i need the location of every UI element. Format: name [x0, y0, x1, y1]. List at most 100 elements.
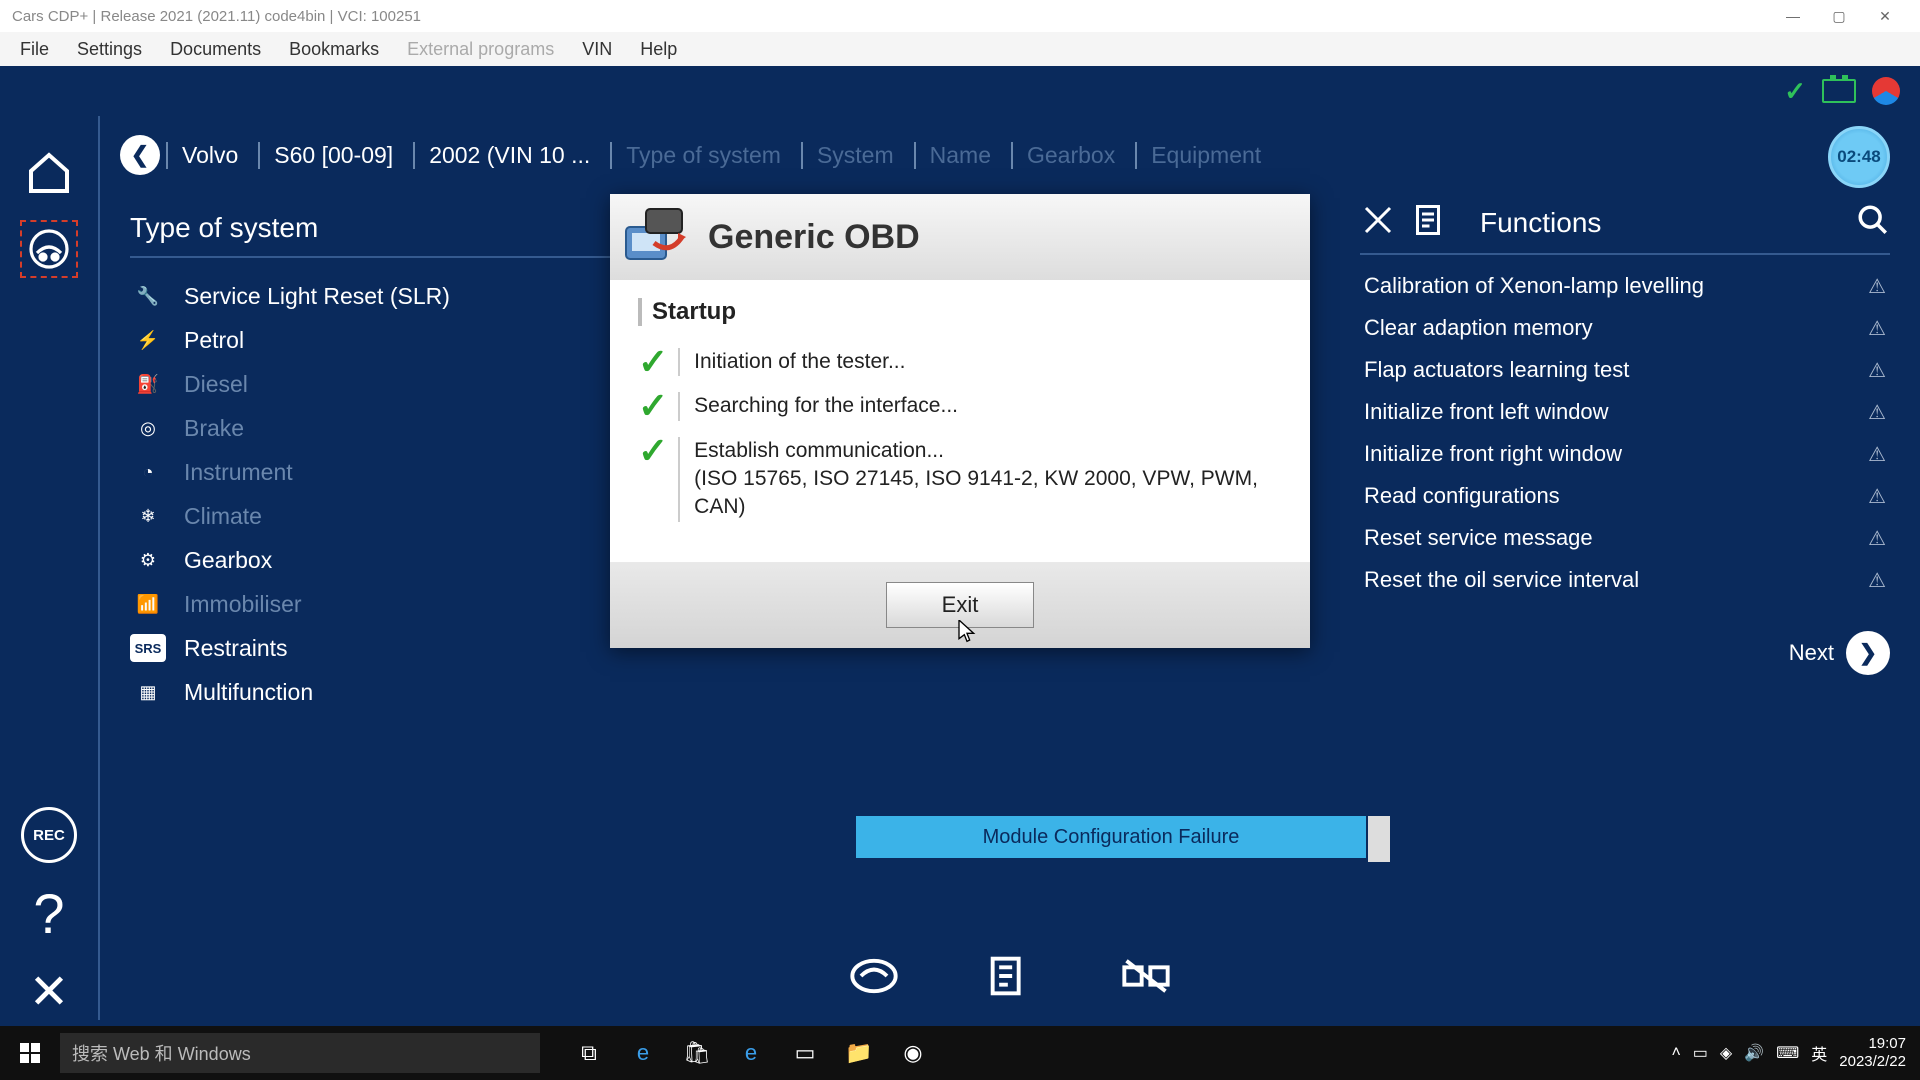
tray-chevron-icon[interactable]: ˄	[1671, 1044, 1680, 1062]
brake-icon: ◎	[130, 414, 166, 442]
start-button[interactable]	[0, 1026, 60, 1080]
dialog-subtitle: Startup	[638, 298, 1282, 326]
dialog-title: Generic OBD	[708, 218, 920, 257]
menu-bookmarks[interactable]: Bookmarks	[277, 35, 391, 64]
function-item[interactable]: Initialize front left window⚠	[1360, 391, 1890, 433]
ime-tray-icon[interactable]: ⌨	[1776, 1043, 1799, 1063]
function-item[interactable]: Reset the oil service interval⚠	[1360, 559, 1890, 601]
search-icon[interactable]	[1856, 203, 1890, 242]
disconnect-icon[interactable]	[1118, 952, 1174, 1000]
step-text: Initiation of the tester...	[694, 348, 905, 376]
report-icon[interactable]	[982, 952, 1038, 1000]
breadcrumb-item[interactable]: 2002 (VIN 10 ...	[413, 142, 604, 169]
functions-panel: Functions Calibration of Xenon-lamp leve…	[1360, 202, 1920, 1020]
function-item[interactable]: Flap actuators learning test⚠	[1360, 349, 1890, 391]
step-text: Establish communication... (ISO 15765, I…	[694, 437, 1282, 522]
startup-step: ✓ Establish communication... (ISO 15765,…	[638, 437, 1282, 522]
module-config-failure-banner[interactable]: Module Configuration Failure	[856, 816, 1366, 858]
volume-tray-icon[interactable]: 🔊	[1744, 1043, 1764, 1063]
system-item-multifunction[interactable]: ▦Multifunction	[130, 670, 680, 714]
left-sidebar: REC ? ✕	[0, 116, 100, 1020]
system-item-brake[interactable]: ◎Brake	[130, 406, 680, 450]
minimize-button[interactable]: —	[1770, 0, 1816, 32]
cdp-app-icon[interactable]: ◉	[888, 1030, 938, 1076]
type-panel-title: Type of system	[130, 202, 680, 258]
function-item[interactable]: Clear adaption memory⚠	[1360, 307, 1890, 349]
breadcrumb-item[interactable]: Volvo	[166, 142, 252, 169]
ie-icon[interactable]: e	[726, 1030, 776, 1076]
startup-step: ✓ Initiation of the tester...	[638, 348, 1282, 376]
tools-icon	[1360, 202, 1396, 243]
back-button[interactable]: ❮	[120, 135, 160, 175]
menu-external-programs[interactable]: External programs	[395, 35, 566, 64]
menu-file[interactable]: File	[8, 35, 61, 64]
exit-icon[interactable]: ✕	[29, 964, 69, 1020]
function-item[interactable]: Initialize front right window⚠	[1360, 433, 1890, 475]
ime-lang[interactable]: 英	[1811, 1041, 1827, 1065]
scrollbar[interactable]	[1368, 816, 1390, 862]
dialog-body: Startup ✓ Initiation of the tester... ✓ …	[610, 280, 1310, 562]
menu-bar: File Settings Documents Bookmarks Extern…	[0, 32, 1920, 66]
gearbox-icon: ⚙	[130, 546, 166, 574]
help-icon[interactable]: ?	[33, 881, 64, 946]
system-tray: ˄ ▭ ◈ 🔊 ⌨ 英 19:07 2023/2/22	[1671, 1035, 1920, 1071]
function-item[interactable]: Reset service message⚠	[1360, 517, 1890, 559]
system-item-restraints[interactable]: SRSRestraints	[130, 626, 680, 670]
edge-icon[interactable]: e	[618, 1030, 668, 1076]
taskbar-clock[interactable]: 19:07 2023/2/22	[1839, 1035, 1906, 1071]
function-item[interactable]: Read configurations⚠	[1360, 475, 1890, 517]
app-icon[interactable]: ▭	[780, 1030, 830, 1076]
menu-documents[interactable]: Documents	[158, 35, 273, 64]
system-item-slr[interactable]: 🔧Service Light Reset (SLR)	[130, 274, 680, 318]
task-view-icon[interactable]: ⧉	[564, 1030, 614, 1076]
window-titlebar: Cars CDP+ | Release 2021 (2021.11) code4…	[0, 0, 1920, 32]
session-timer: 02:48	[1828, 126, 1890, 188]
maximize-button[interactable]: ▢	[1816, 0, 1862, 32]
diagnostics-icon[interactable]	[20, 220, 78, 278]
close-button[interactable]: ✕	[1862, 0, 1908, 32]
breadcrumb-item: Gearbox	[1011, 142, 1129, 169]
system-item-climate[interactable]: ❄Climate	[130, 494, 680, 538]
taskbar-search[interactable]: 搜索 Web 和 Windows	[60, 1033, 540, 1073]
snowflake-icon: ❄	[130, 502, 166, 530]
vehicle-scan-icon[interactable]	[846, 952, 902, 1000]
dialog-header: Generic OBD	[610, 194, 1310, 280]
window-title: Cars CDP+ | Release 2021 (2021.11) code4…	[12, 8, 421, 25]
warning-icon: ⚠	[1868, 526, 1886, 551]
home-icon[interactable]	[20, 144, 78, 202]
system-item-gearbox[interactable]: ⚙Gearbox	[130, 538, 680, 582]
battery-icon	[1822, 79, 1856, 103]
system-item-immobiliser[interactable]: 📶Immobiliser	[130, 582, 680, 626]
menu-help[interactable]: Help	[628, 35, 689, 64]
warning-icon: ⚠	[1868, 316, 1886, 341]
function-item[interactable]: Calibration of Xenon-lamp levelling⚠	[1360, 265, 1890, 307]
explorer-icon[interactable]: 📁	[834, 1030, 884, 1076]
record-button[interactable]: REC	[21, 807, 77, 863]
system-item-instrument[interactable]: ◔Instrument	[130, 450, 680, 494]
menu-vin[interactable]: VIN	[570, 35, 624, 64]
battery-tray-icon[interactable]: ▭	[1693, 1043, 1708, 1063]
warning-icon: ⚠	[1868, 400, 1886, 425]
type-of-system-panel: Type of system 🔧Service Light Reset (SLR…	[100, 202, 680, 1020]
breadcrumb-item: System	[801, 142, 908, 169]
wifi-tray-icon[interactable]: ◈	[1720, 1043, 1732, 1063]
menu-settings[interactable]: Settings	[65, 35, 154, 64]
system-item-petrol[interactable]: ⚡Petrol	[130, 318, 680, 362]
check-icon: ✓	[638, 392, 680, 420]
breadcrumb-item: Name	[914, 142, 1005, 169]
store-icon[interactable]: 🛍	[672, 1030, 722, 1076]
breadcrumb-item[interactable]: S60 [00-09]	[258, 142, 407, 169]
warning-icon: ⚠	[1868, 358, 1886, 383]
system-item-diesel[interactable]: ⛽Diesel	[130, 362, 680, 406]
warning-icon: ⚠	[1868, 484, 1886, 509]
next-label: Next	[1789, 640, 1834, 666]
warning-icon: ⚠	[1868, 274, 1886, 299]
warning-icon: ⚠	[1868, 568, 1886, 593]
next-button[interactable]: ❯	[1846, 631, 1890, 675]
mouse-cursor	[958, 620, 976, 649]
gauge-icon: ◔	[130, 458, 166, 486]
bottom-toolbar	[846, 952, 1174, 1000]
spark-icon: ⚡	[130, 326, 166, 354]
functions-title: Functions	[1480, 207, 1601, 239]
generic-obd-dialog: Generic OBD Startup ✓ Initiation of the …	[610, 194, 1310, 648]
